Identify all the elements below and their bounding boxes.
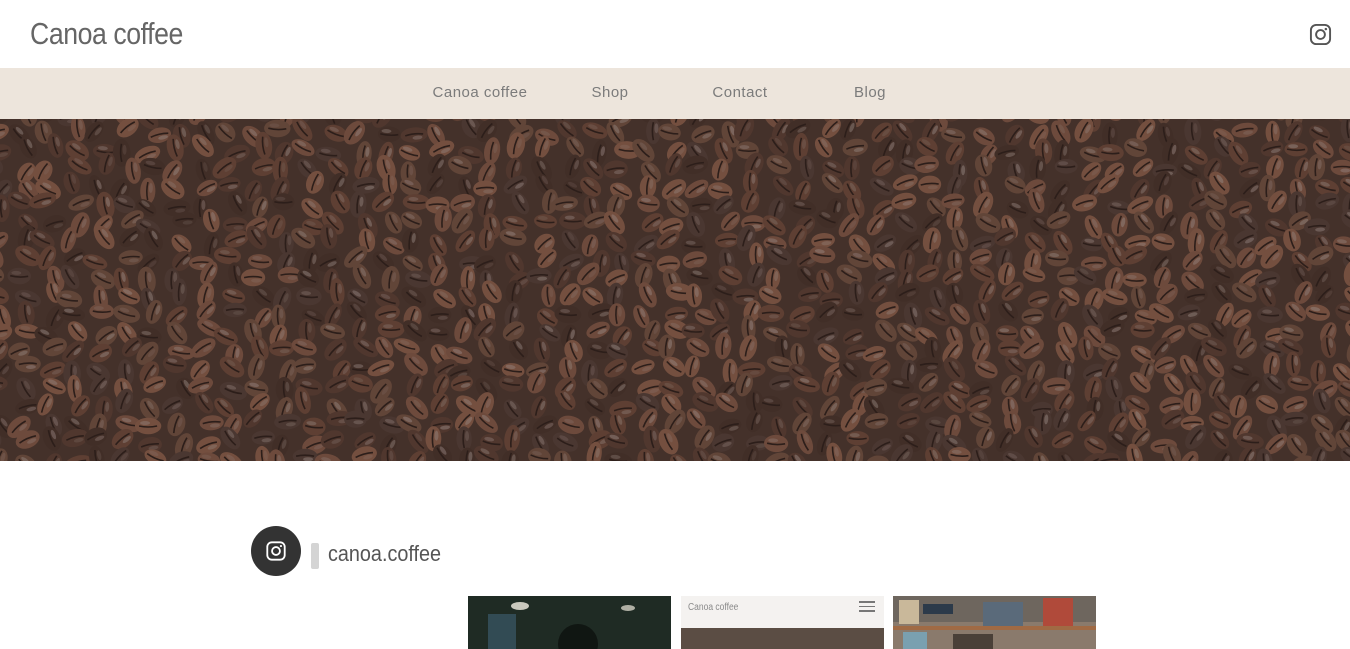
instagram-thumbnail-1[interactable] [468, 596, 671, 649]
instagram-avatar[interactable] [251, 526, 301, 576]
instagram-thumbnail-3[interactable] [893, 596, 1096, 649]
instagram-icon[interactable] [1309, 23, 1332, 46]
nav-item-canoa-coffee[interactable]: Canoa coffee [430, 68, 530, 119]
thumbnail-caption: Canoa coffee [688, 602, 739, 613]
coffee-beans-image [0, 119, 1350, 461]
menu-icon [859, 601, 875, 615]
nav-item-blog[interactable]: Blog [845, 68, 895, 119]
nav-item-shop[interactable]: Shop [580, 68, 640, 119]
handle-divider [311, 543, 319, 569]
instagram-section: canoa.coffee Canoa coffee [0, 461, 1350, 649]
site-header: Canoa coffee [0, 0, 1350, 68]
instagram-icon [266, 541, 286, 561]
hero-image [0, 119, 1350, 461]
nav-item-contact[interactable]: Contact [705, 68, 775, 119]
instagram-handle[interactable]: canoa.coffee [328, 541, 441, 567]
instagram-thumbnail-2[interactable]: Canoa coffee [681, 596, 884, 649]
site-title[interactable]: Canoa coffee [30, 16, 183, 52]
thumbnail-beans [681, 628, 884, 649]
main-nav: Canoa coffee Shop Contact Blog [0, 68, 1350, 119]
